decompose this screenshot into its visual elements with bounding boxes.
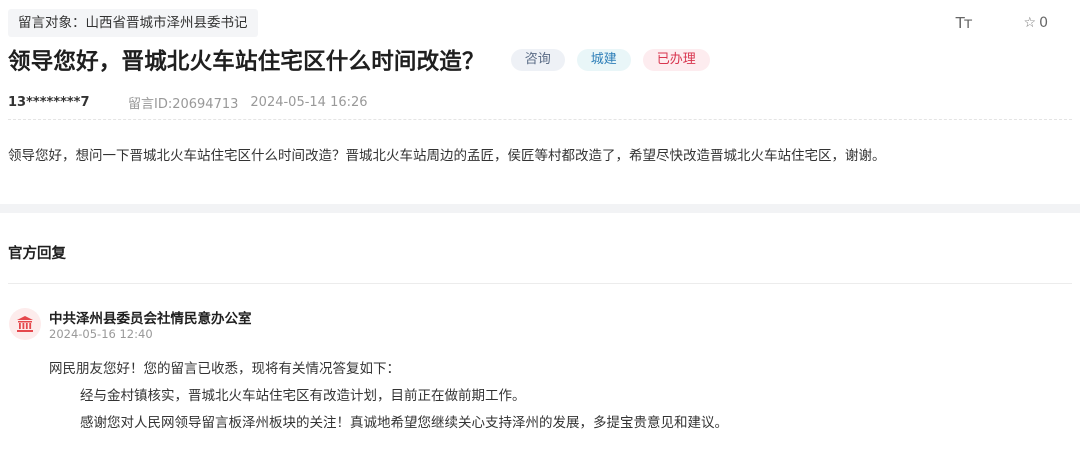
government-building-icon [9,308,41,340]
reply-time: 2024-05-16 12:40 [49,327,153,341]
reply-paragraph: 网民朋友您好！您的留言已收悉，现将有关情况答复如下： [49,361,400,377]
type-badge: 咨询 [510,49,565,71]
reply-section-title: 官方回复 [8,246,66,262]
message-target-tag: 留言对象：山西省晋城市泽州县委书记 [8,9,258,37]
favorite-count: 0 [1039,15,1048,31]
reply-body: 网民朋友您好！您的留言已收悉，现将有关情况答复如下： 经与金村镇核实，晋城北火车… [49,361,728,442]
status-badge: 已办理 [642,49,710,71]
title-row: 领导您好，晋城北火车站住宅区什么时间改造？ 咨询 城建 已办理 [8,44,710,76]
divider [8,119,1072,120]
reply-paragraph: 感谢您对人民网领导留言板泽州板块的关注！真诚地希望您继续关心支持泽州的发展，多提… [80,415,728,431]
message-section: 留言对象：山西省晋城市泽州县委书记 Tт ☆ 0 领导您好，晋城北火车站住宅区什… [0,0,1080,204]
message-meta: 13********7 留言ID:20694713 2024-05-14 16:… [8,93,368,112]
reply-paragraph: 经与金村镇核实，晋城北火车站住宅区有改造计划，目前正在做前期工作。 [80,388,526,404]
page-title: 领导您好，晋城北火车站住宅区什么时间改造？ [8,49,485,75]
reply-office-name: 中共泽州县委员会社情民意办公室 [49,311,252,327]
divider [8,283,1072,284]
section-separator [0,204,1080,213]
domain-badge: 城建 [576,49,631,71]
message-id: 留言ID:20694713 [128,97,239,112]
message-timestamp: 2024-05-14 16:26 [250,95,368,110]
star-icon[interactable]: ☆ [1024,15,1037,31]
toolbar: Tт ☆ 0 [956,14,1048,32]
message-content: 领导您好，想问一下晋城北火车站住宅区什么时间改造？晋城北火车站周边的孟匠，侯匠等… [8,148,886,164]
author-name: 13********7 [8,95,90,110]
font-size-icon[interactable]: Tт [956,14,973,32]
